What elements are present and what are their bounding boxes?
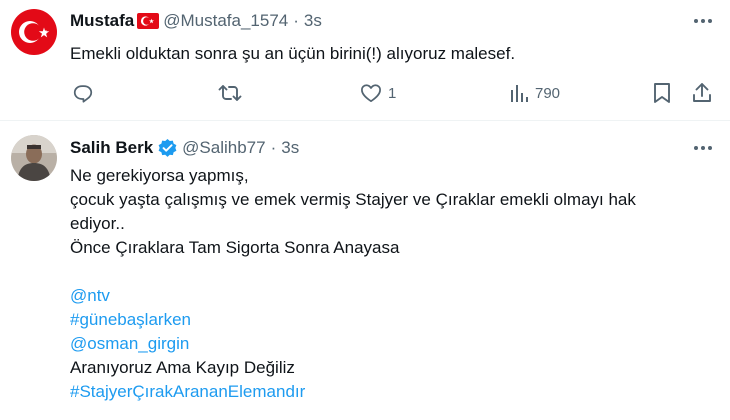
heart-icon <box>361 84 381 103</box>
reply-icon <box>73 85 93 103</box>
more-options-button[interactable] <box>690 11 716 31</box>
tweet-text-line: ediyor.. <box>70 214 125 233</box>
share-button[interactable] <box>692 80 712 106</box>
author-handle[interactable]: @Mustafa_1574 <box>163 11 288 31</box>
tweet-salih-berk: Salih Berk @Salihb77 · 3s Ne gerekiyorsa… <box>0 122 730 420</box>
avatar[interactable] <box>11 9 57 55</box>
profile-photo-icon <box>11 135 57 181</box>
retweet-icon <box>218 85 242 101</box>
timestamp[interactable]: 3s <box>304 11 322 31</box>
tweet-text-line: çocuk yaşta çalışmış ve emek vermiş Staj… <box>70 190 636 209</box>
turkish-flag-avatar-icon <box>11 9 57 55</box>
timestamp[interactable]: 3s <box>281 138 299 158</box>
mention-osman-girgin[interactable]: @osman_girgin <box>70 334 189 353</box>
tweet-text: Emekli olduktan sonra şu an üçün birini(… <box>70 42 710 66</box>
tweet-text: Ne gerekiyorsa yapmış, çocuk yaşta çalış… <box>70 164 710 404</box>
author-name[interactable]: Mustafa <box>70 11 134 31</box>
views-button[interactable]: 790 <box>509 80 560 106</box>
mention-ntv[interactable]: @ntv <box>70 286 110 305</box>
verified-badge-icon <box>157 138 178 159</box>
tweet-header: Mustafa @Mustafa_1574 · 3s <box>70 9 322 33</box>
like-count: 1 <box>388 84 397 102</box>
more-options-button[interactable] <box>690 138 716 158</box>
separator-dot: · <box>293 11 299 30</box>
hashtag-gunebaslarken[interactable]: #günebaşlarken <box>70 310 191 329</box>
more-dots-icon <box>694 146 712 150</box>
analytics-icon <box>511 85 528 102</box>
tweet-text-line: Aranıyoruz Ama Kayıp Değiliz <box>70 358 295 377</box>
bookmark-icon <box>654 83 670 103</box>
avatar[interactable] <box>11 135 57 181</box>
tweet-text-line: Önce Çıraklara Tam Sigorta Sonra Anayasa <box>70 238 400 257</box>
tweet-actions: 1 790 <box>70 80 720 106</box>
turkish-flag-emoji-icon <box>137 13 160 29</box>
author-handle[interactable]: @Salihb77 <box>182 138 265 158</box>
share-icon <box>693 83 711 102</box>
tweet-text-line: Emekli olduktan sonra şu an üçün birini(… <box>70 44 516 63</box>
reply-button[interactable] <box>72 80 94 106</box>
separator-dot: · <box>270 138 277 157</box>
view-count: 790 <box>535 84 561 102</box>
like-button[interactable]: 1 <box>360 80 396 106</box>
tweet-mustafa: Mustafa @Mustafa_1574 · 3s Emekli oldukt… <box>0 0 730 121</box>
tweet-text-line: Ne gerekiyorsa yapmış, <box>70 166 249 185</box>
hashtag-stajyer-cirak[interactable]: #StajyerÇırakArananElemandır <box>70 382 305 401</box>
author-name[interactable]: Salih Berk <box>70 138 153 158</box>
more-dots-icon <box>694 19 712 23</box>
tweet-header: Salih Berk @Salihb77 · 3s <box>70 136 299 160</box>
retweet-button[interactable] <box>218 80 242 106</box>
bookmark-button[interactable] <box>653 80 671 106</box>
